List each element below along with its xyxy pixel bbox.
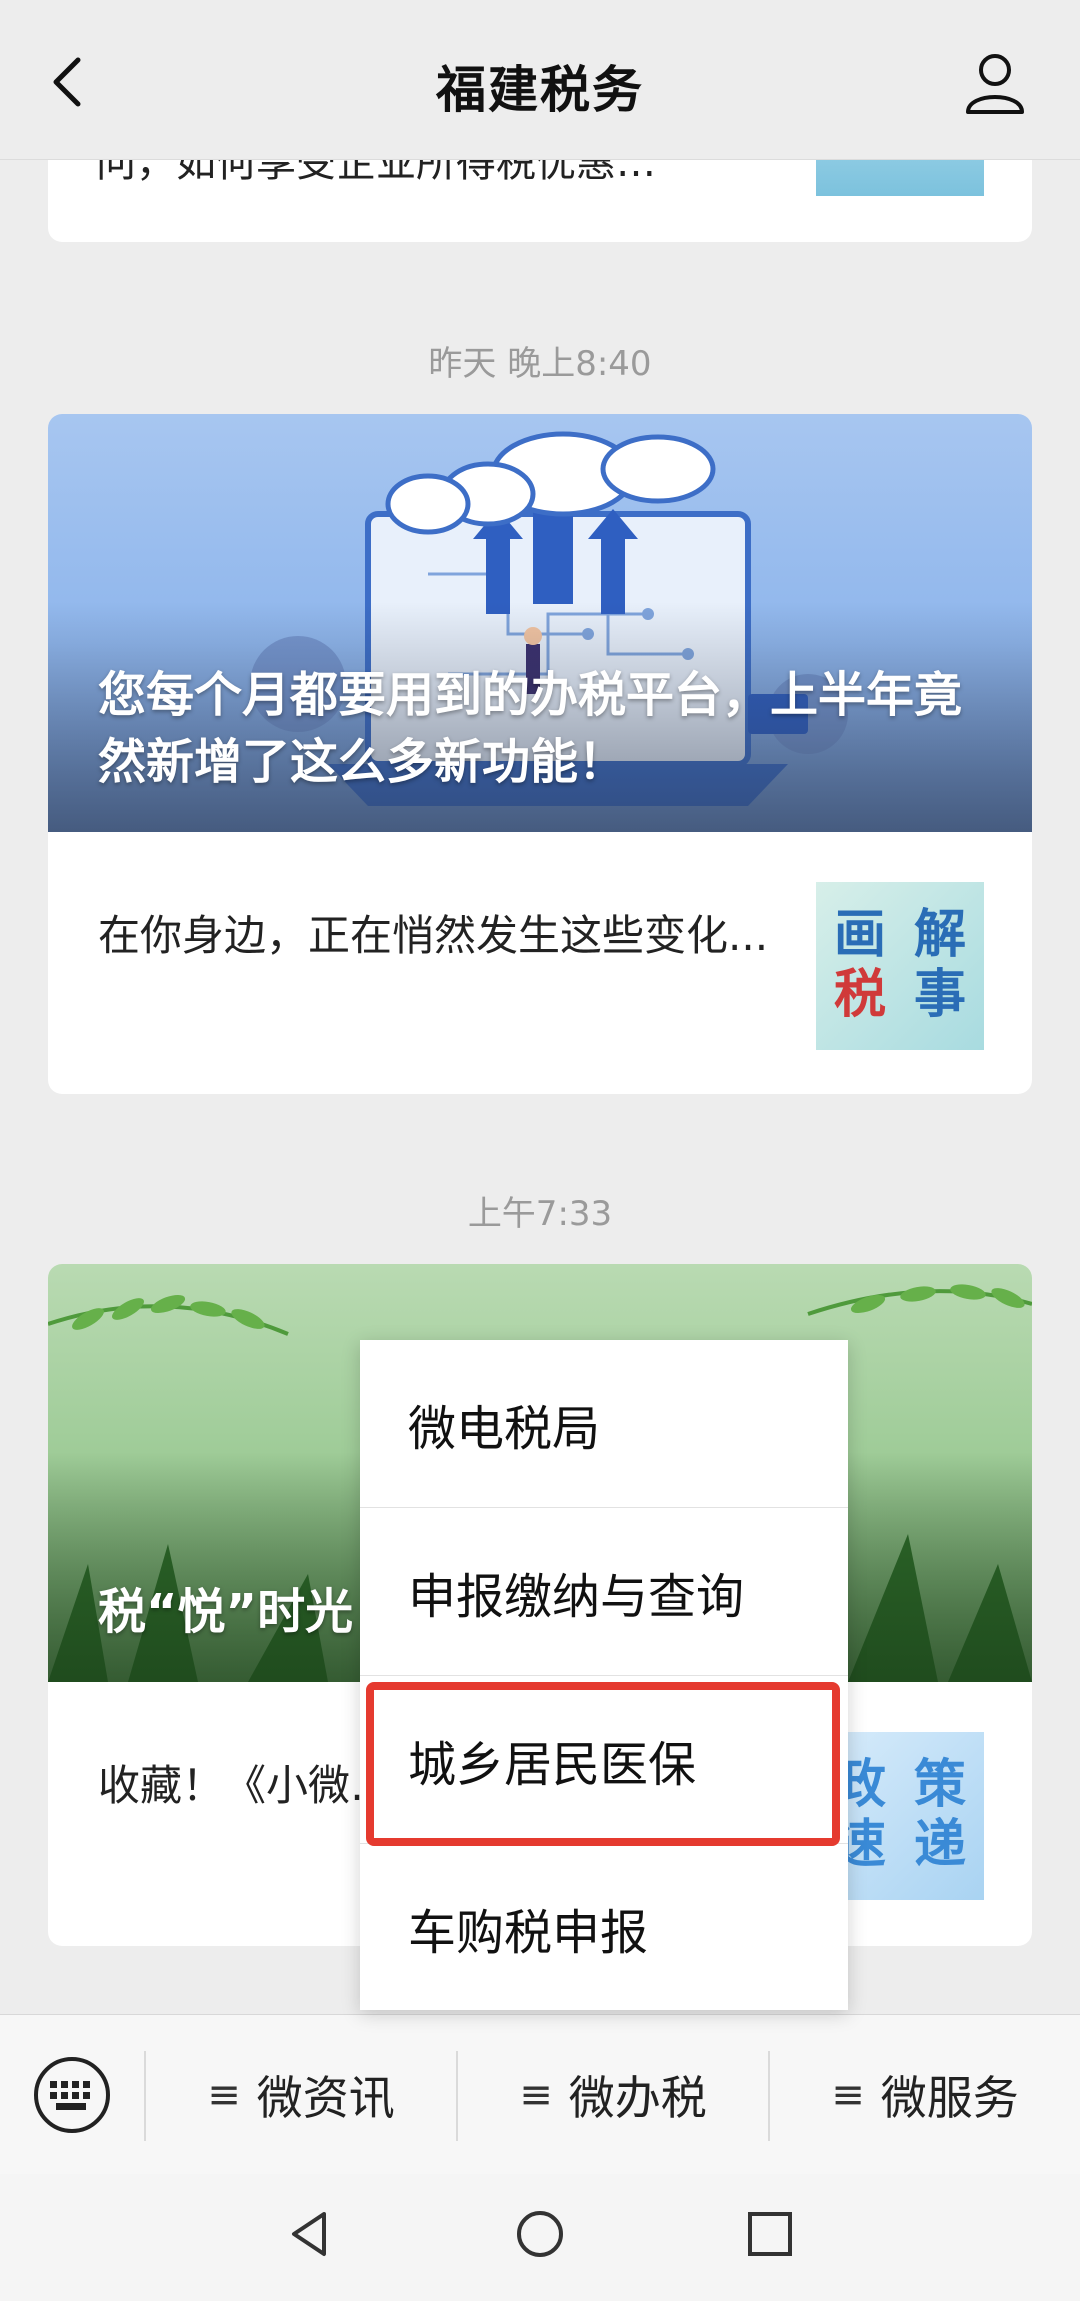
thumb-char: 画 bbox=[833, 905, 886, 966]
nav-recents-icon[interactable] bbox=[740, 2204, 800, 2264]
article-body: 在你身边，正在悄然发生这些变化... 画 解 税 事 bbox=[48, 832, 1032, 1094]
menu-label: 微办税 bbox=[568, 2071, 707, 2125]
article-cover-image: 您每个月都要用到的办税平台，上半年竟然新增了这么多新功能！ bbox=[48, 414, 1032, 832]
menu-item-wei-dian-shui-ju[interactable]: 微电税局 bbox=[360, 1340, 848, 1508]
page-title: 福建税务 bbox=[436, 61, 644, 119]
article-headline: 您每个月都要用到的办税平台，上半年竟然新增了这么多新功能！ bbox=[98, 666, 963, 790]
thumb-char: 税 bbox=[833, 965, 886, 1025]
message-timestamp: 昨天 晚上8:40 bbox=[428, 344, 652, 384]
thumb-char: 解 bbox=[913, 905, 966, 966]
thumb-char: 递 bbox=[913, 1815, 966, 1875]
menu-item-vehicle-tax[interactable]: 车购税申报 bbox=[360, 1844, 848, 2012]
user-profile-icon[interactable] bbox=[962, 50, 1028, 116]
menu-item-declare-pay-query[interactable]: 申报缴纳与查询 bbox=[360, 1508, 848, 1676]
nav-back-icon[interactable] bbox=[280, 2204, 340, 2264]
submenu-popup: 微电税局 申报缴纳与查询 城乡居民医保 车购税申报 bbox=[360, 1340, 848, 2010]
keyboard-icon[interactable] bbox=[32, 2055, 112, 2135]
menu-label: 微服务 bbox=[880, 2071, 1019, 2125]
menu-label: 微资讯 bbox=[256, 2071, 395, 2125]
header-bar: 福建税务 bbox=[0, 0, 1080, 160]
highlight-annotation bbox=[366, 1682, 840, 1846]
thumb-char: 事 bbox=[913, 965, 966, 1025]
thumb-char: 策 bbox=[913, 1755, 966, 1816]
article-thumbnail: 画 解 税 事 bbox=[816, 882, 984, 1050]
bottom-menu-bar: ≡ 微资讯 ≡ 微办税 ≡ 微服务 bbox=[0, 2014, 1080, 2174]
menu-wei-fu-wu[interactable]: ≡ 微服务 bbox=[770, 2015, 1080, 2175]
nav-home-icon[interactable] bbox=[510, 2204, 570, 2264]
article-card[interactable]: 您每个月都要用到的办税平台，上半年竟然新增了这么多新功能！ 在你身边，正在悄然发… bbox=[48, 414, 1032, 1094]
menu-wei-ban-shui[interactable]: ≡ 微办税 bbox=[458, 2015, 768, 2175]
article-summary: 在你身边，正在悄然发生这些变化... bbox=[98, 911, 769, 960]
hamburger-icon: ≡ bbox=[831, 2072, 865, 2118]
system-navigation-bar bbox=[0, 2174, 1080, 2301]
hamburger-icon: ≡ bbox=[519, 2072, 553, 2118]
message-timestamp: 上午7:33 bbox=[467, 1194, 613, 1234]
hamburger-icon: ≡ bbox=[207, 2072, 241, 2118]
menu-wei-zi-xun[interactable]: ≡ 微资讯 bbox=[146, 2015, 456, 2175]
